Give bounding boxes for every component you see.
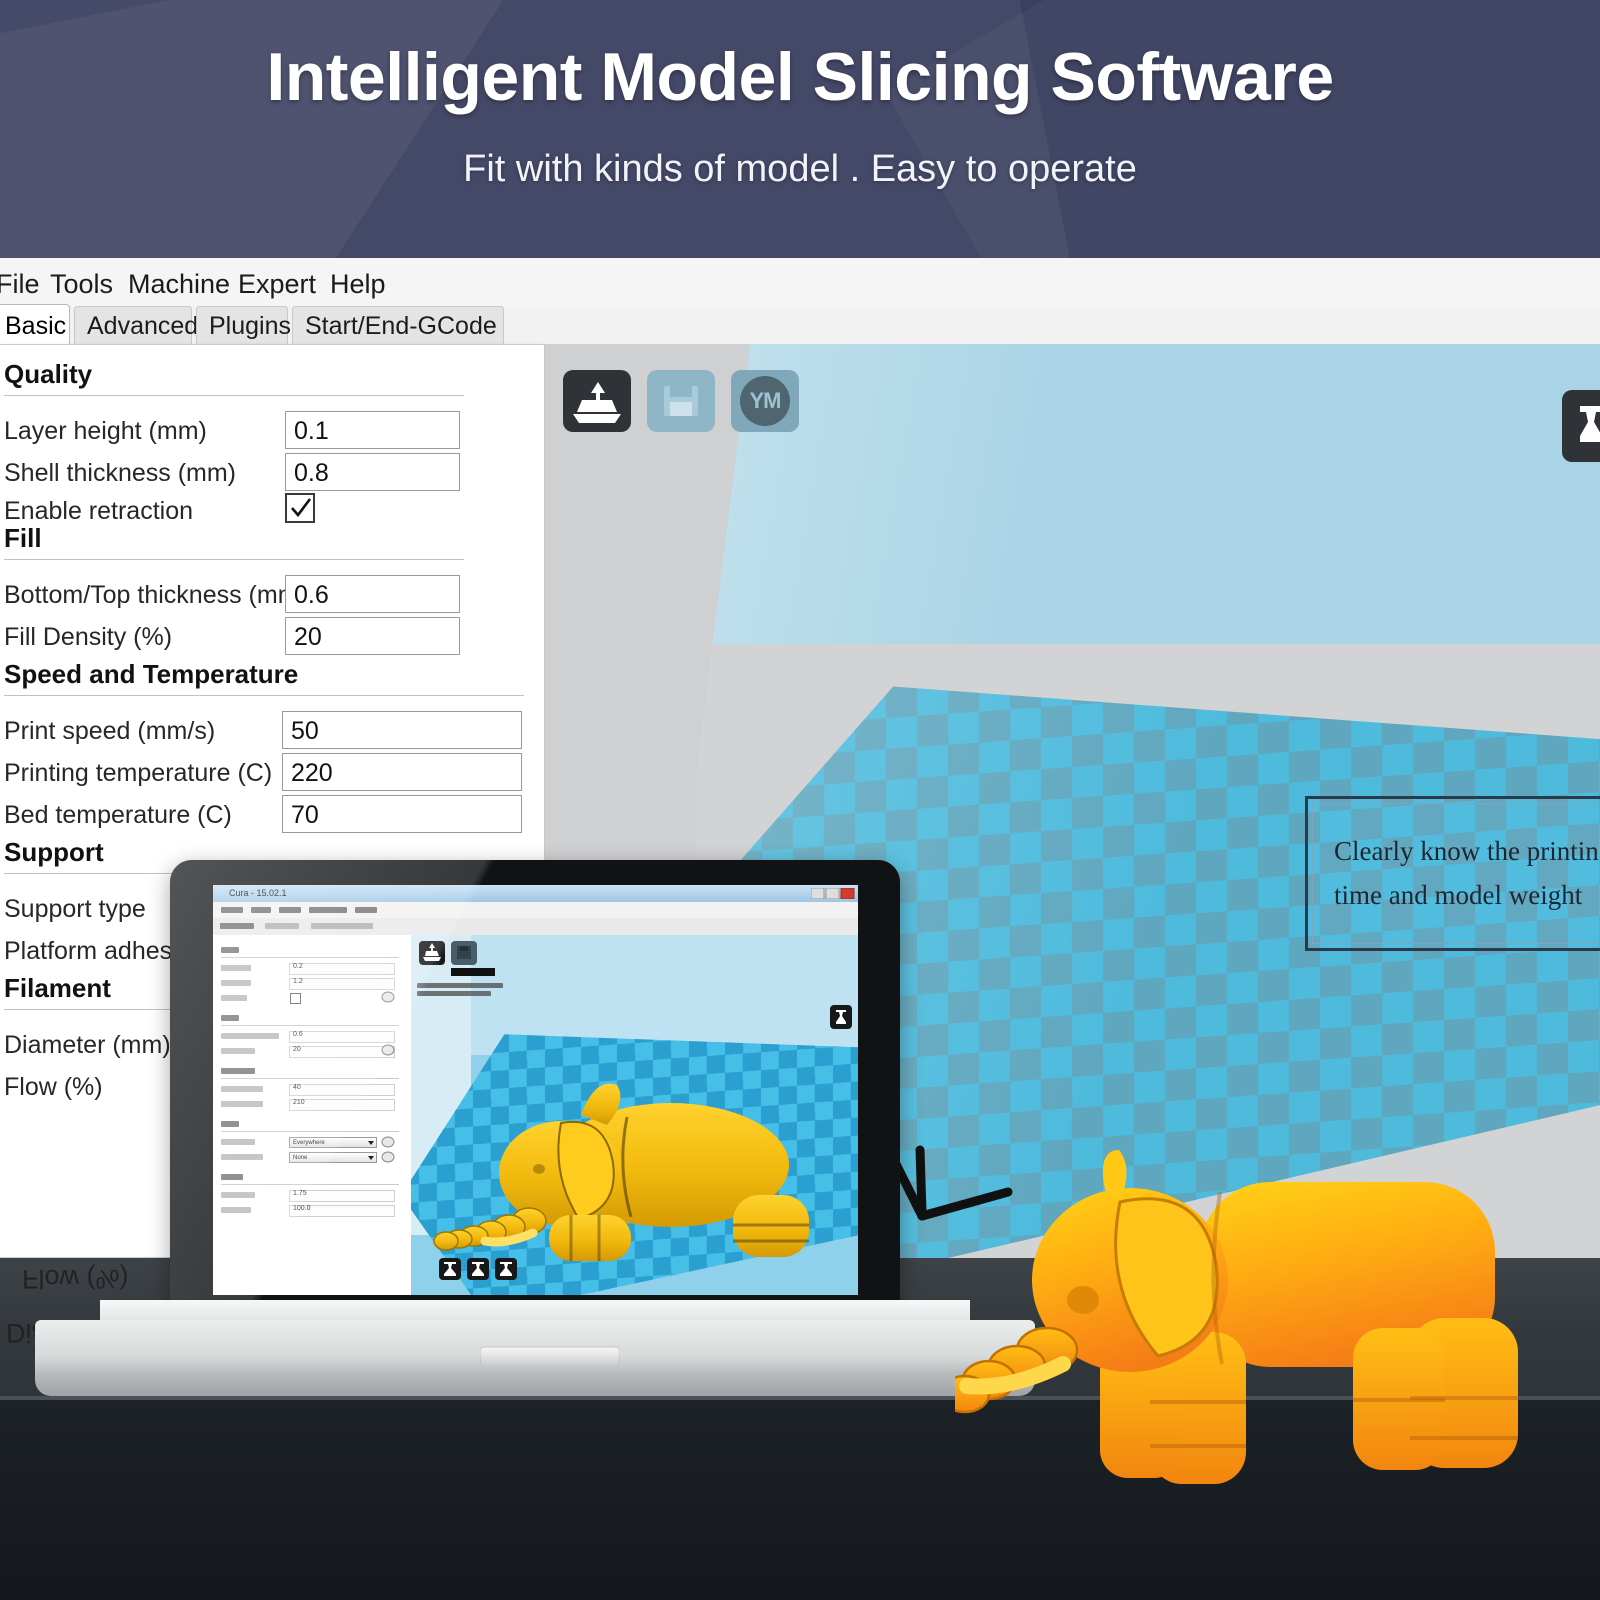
view-mode-glyph bbox=[1580, 406, 1600, 442]
youmagine-icon[interactable]: YM bbox=[731, 370, 799, 432]
setting-input-bed-temperature-c[interactable]: 70 bbox=[282, 795, 522, 833]
setting-checkbox-enable-retraction[interactable] bbox=[285, 493, 315, 523]
reflection-line-2: Diameter (mm) bbox=[6, 1318, 186, 1348]
menu-item-tools[interactable]: Tools bbox=[50, 269, 113, 300]
setting-label-diameter-mm: Diameter (mm) bbox=[4, 1031, 171, 1059]
banner-subtitle: Fit with kinds of model . Easy to operat… bbox=[463, 148, 1137, 190]
menu-item-expert[interactable]: Expert bbox=[238, 269, 316, 300]
settings-group-header-quality: Quality bbox=[4, 359, 93, 389]
setting-input-layer-height-mm[interactable]: 0.1 bbox=[285, 411, 460, 449]
settings-panel: Quality Layer height (mm) 0.1 Shell thickne… bbox=[0, 344, 545, 1258]
settings-group-header-fill: Fill bbox=[4, 523, 42, 553]
settings-tab-bar: Basic Advanced Plugins Start/End-GCode bbox=[0, 304, 560, 346]
3d-viewport[interactable]: YM Clearly know the printing time and mo… bbox=[545, 344, 1600, 1258]
save-toolpath-icon[interactable] bbox=[647, 370, 715, 432]
setting-input-printing-temperature-c[interactable]: 220 bbox=[282, 753, 522, 791]
callout-line-2: time and model weight bbox=[1334, 880, 1583, 910]
tab-plugins[interactable]: Plugins bbox=[196, 306, 291, 346]
tab-advanced[interactable]: Advanced bbox=[74, 306, 198, 346]
banner-title: Intelligent Model Slicing Software bbox=[266, 39, 1334, 115]
setting-label-print-speed-mm-s: Print speed (mm/s) bbox=[4, 717, 216, 745]
youmagine-label: YM bbox=[740, 376, 790, 426]
menu-bar: File Tools Machine Expert Help bbox=[0, 258, 1600, 306]
settings-group-divider bbox=[4, 395, 464, 396]
checkmark-icon bbox=[291, 498, 312, 518]
setting-label-shell-thickness-mm: Shell thickness (mm) bbox=[4, 459, 236, 487]
load-model-glyph bbox=[573, 382, 621, 423]
setting-input-bottom-top-thickness-mm[interactable]: 0.6 bbox=[285, 575, 460, 613]
desk-reflection-text: Flow (%) Diameter (mm) bbox=[0, 1255, 210, 1385]
view-mode-icon[interactable] bbox=[1562, 390, 1600, 462]
setting-input-fill-density[interactable]: 20 bbox=[285, 617, 460, 655]
settings-group-divider bbox=[4, 559, 464, 560]
slicer-app-window: File Tools Machine Expert Help Basic Advanced… bbox=[0, 258, 1600, 1258]
floppy-disk-glyph bbox=[664, 386, 698, 416]
settings-group-divider bbox=[4, 873, 464, 874]
setting-label-fill-density: Fill Density (%) bbox=[4, 623, 173, 651]
callout-text: Clearly know the printing time and model… bbox=[1334, 829, 1600, 917]
setting-label-support-type: Support type bbox=[4, 895, 146, 923]
tab-startendgcode[interactable]: Start/End-GCode bbox=[292, 306, 504, 346]
setting-label-enable-retraction: Enable retraction bbox=[4, 497, 194, 525]
setting-label-bottom-top-thickness-mm: Bottom/Top thickness (mm) bbox=[4, 581, 307, 609]
settings-group-header-filament: Filament bbox=[4, 973, 111, 1003]
settings-group-divider bbox=[4, 695, 524, 696]
setting-label-layer-height-mm: Layer height (mm) bbox=[4, 417, 207, 445]
setting-label-platform-adhesion: Platform adhesion bbox=[4, 937, 206, 965]
setting-input-shell-thickness-mm[interactable]: 0.8 bbox=[285, 453, 460, 491]
load-model-icon[interactable] bbox=[563, 370, 631, 432]
reflection-line-1: Flow (%) bbox=[22, 1264, 129, 1294]
setting-label-flow: Flow (%) bbox=[4, 1073, 103, 1101]
settings-group-header-speedandtemperature: Speed and Temperature bbox=[4, 659, 299, 689]
menu-item-machine[interactable]: Machine bbox=[128, 269, 230, 300]
callout-box: Clearly know the printing time and model… bbox=[1305, 796, 1600, 951]
tab-basic[interactable]: Basic bbox=[0, 304, 70, 346]
settings-group-divider bbox=[4, 1009, 404, 1010]
viewport-left-wall-taper bbox=[655, 344, 750, 1104]
hero-banner: Intelligent Model Slicing Software Fit w… bbox=[0, 0, 1600, 258]
setting-input-print-speed-mm-s[interactable]: 50 bbox=[282, 711, 522, 749]
setting-label-printing-temperature-c: Printing temperature (C) bbox=[4, 759, 273, 787]
printed-elephant-photo bbox=[955, 1150, 1518, 1484]
settings-group-header-support: Support bbox=[4, 837, 104, 867]
setting-label-bed-temperature-c: Bed temperature (C) bbox=[4, 801, 232, 829]
menu-item-file[interactable]: File bbox=[0, 269, 40, 300]
callout-line-1: Clearly know the printing bbox=[1334, 836, 1600, 866]
menu-item-help[interactable]: Help bbox=[330, 269, 386, 300]
